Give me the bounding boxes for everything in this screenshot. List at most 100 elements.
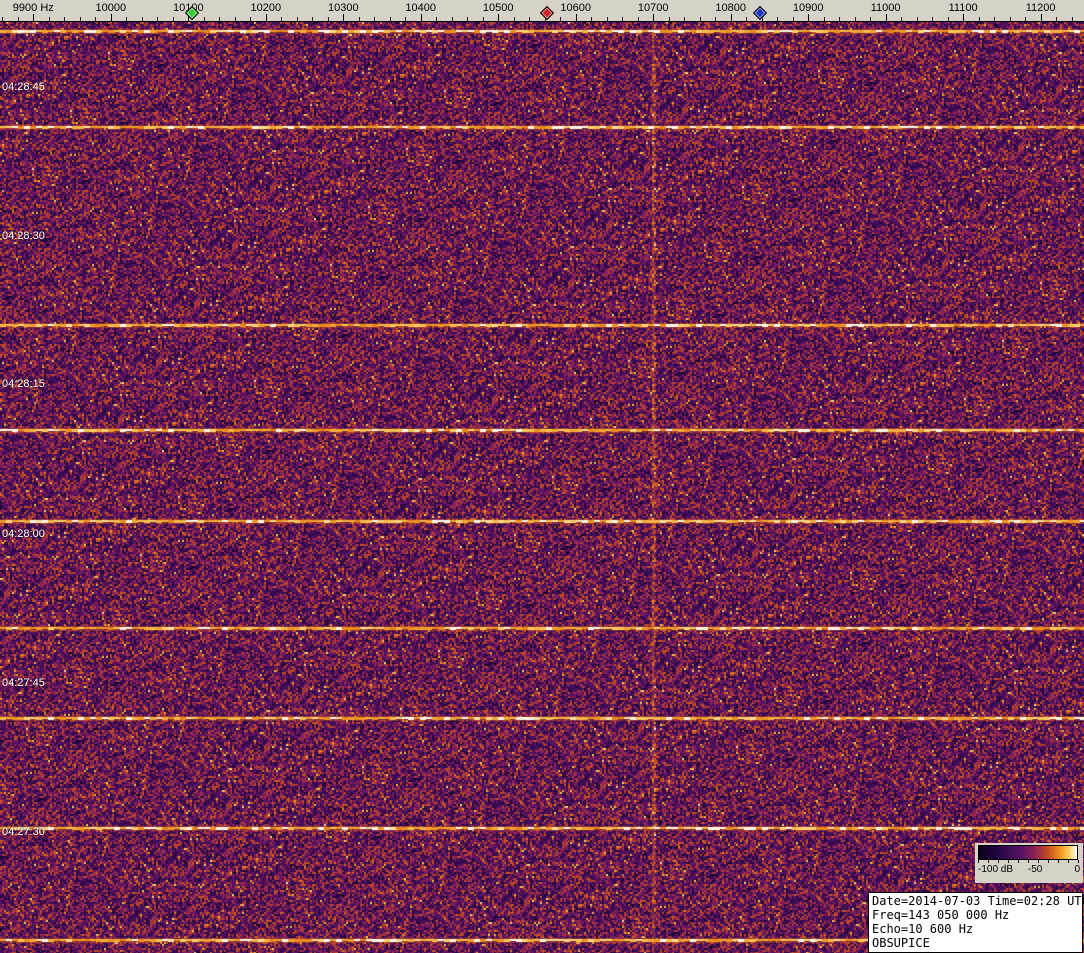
ruler-minor-tick [792,17,794,21]
ruler-major-tick [110,14,112,21]
ruler-minor-tick [436,17,438,21]
ruler-minor-tick [591,17,593,21]
ruler-major-tick [343,14,345,21]
ruler-minor-tick [79,17,81,21]
ruler-minor-tick [64,17,66,21]
ruler-major-tick [885,14,887,21]
info-date-line: Date=2014-07-03 Time=02:28 UTC [872,894,1084,908]
ruler-minor-tick [637,17,639,21]
ruler-major-tick [963,14,965,21]
ruler-minor-tick [684,17,686,21]
freq-tick-label: 10200 [250,2,282,14]
ruler-minor-tick [172,17,174,21]
ruler-minor-tick [947,17,949,21]
ruler-minor-tick [622,17,624,21]
colorbar-tick [1048,860,1049,863]
ruler-major-tick [498,14,500,21]
ruler-minor-tick [916,17,918,21]
time-tick-label: 04:27:30 [2,826,45,838]
ruler-minor-tick [2,17,4,21]
colorbar-tick [1058,860,1059,863]
info-echo-line: Echo=10 600 Hz [872,922,974,936]
colorbar-tick [1078,860,1079,863]
ruler-minor-tick [467,17,469,21]
ruler-minor-tick [203,17,205,21]
freq-tick-label: 9900 Hz [12,2,54,14]
colorbar-labels: -100 dB -50 0 [978,864,1080,877]
colorbar-tick [1028,860,1029,863]
ruler-major-tick [420,14,422,21]
ruler-major-tick [265,14,267,21]
ruler-minor-tick [48,17,50,21]
ruler-minor-tick [901,17,903,21]
ruler-major-tick [575,14,577,21]
ruler-minor-tick [141,17,143,21]
ruler-minor-tick [839,17,841,21]
ruler-minor-tick [17,17,19,21]
freq-tick-label: 10700 [637,2,669,14]
freq-tick-label: 10900 [792,2,824,14]
ruler-minor-tick [405,17,407,21]
ruler-minor-tick [978,17,980,21]
colorbar-min-label: -100 dB [978,864,1014,875]
ruler-minor-tick [1025,17,1027,21]
ruler-minor-tick [1056,17,1058,21]
colorbar-tick [1008,860,1009,863]
ruler-minor-tick [513,17,515,21]
colorbar-panel: -100 dB -50 0 [975,843,1083,883]
ruler-minor-tick [482,17,484,21]
ruler-minor-tick [1071,17,1073,21]
ruler-minor-tick [668,17,670,21]
ruler-minor-tick [932,17,934,21]
ruler-minor-tick [870,17,872,21]
colorbar-mid-label: -50 [1027,864,1043,875]
colorbar-gradient [978,845,1078,860]
freq-tick-label: 10400 [405,2,436,14]
ruler-minor-tick [95,17,97,21]
ruler-major-tick [1040,14,1042,21]
ruler-minor-tick [451,17,453,21]
ruler-minor-tick [699,17,701,21]
colorbar-tick [998,860,999,863]
ruler-minor-tick [560,17,562,21]
colorbar-tick [1068,860,1069,863]
ruler-minor-tick [358,17,360,21]
time-tick-label: 04:28:30 [2,230,45,242]
ruler-minor-tick [219,17,221,21]
ruler-minor-tick [327,17,329,21]
ruler-minor-tick [296,17,298,21]
freq-tick-label: 10800 [715,2,746,14]
colorbar-tick [988,860,989,863]
time-tick-label: 04:27:45 [2,677,45,689]
ruler-minor-tick [994,17,996,21]
ruler-minor-tick [234,17,236,21]
colorbar-tick [1018,860,1019,863]
info-station-line: OBSUPICE [872,936,930,950]
red-diamond-marker[interactable] [539,5,555,21]
ruler-minor-tick [312,17,314,21]
time-tick-label: 04:28:15 [2,378,45,390]
freq-tick-label: 10000 [95,2,127,14]
ruler-major-tick [653,14,655,21]
ruler-minor-tick [529,17,531,21]
ruler-minor-tick [374,17,376,21]
freq-tick-label: 10600 [560,2,591,14]
ruler-minor-tick [389,17,391,21]
spectrogram-canvas [0,22,1084,953]
ruler-minor-tick [823,17,825,21]
ruler-minor-tick [250,17,252,21]
freq-tick-label: 11200 [1025,2,1056,14]
freq-tick-label: 11000 [870,2,901,14]
frequency-ruler: 9900 Hz100001010010200103001040010500106… [0,0,1084,22]
ruler-minor-tick [854,17,856,21]
ruler-minor-tick [746,17,748,21]
ruler-minor-tick [777,17,779,21]
ruler-minor-tick [715,17,717,21]
blue-diamond-marker[interactable] [753,5,768,21]
colorbar-max-label: 0 [1074,864,1080,875]
ruler-major-tick [808,14,810,21]
freq-tick-label: 11100 [948,2,978,14]
time-tick-label: 04:28:45 [2,81,45,93]
info-freq-line: Freq=143 050 000 Hz [872,908,1010,922]
spectrogram-viewer: 9900 Hz100001010010200103001040010500106… [0,0,1084,953]
